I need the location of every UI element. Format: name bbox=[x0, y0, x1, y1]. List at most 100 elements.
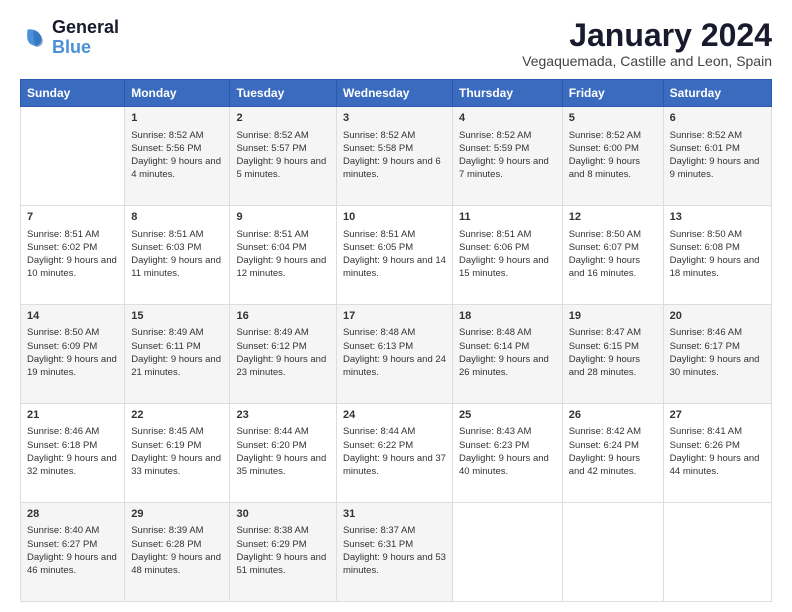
daylight-text: Daylight: 9 hours and 35 minutes. bbox=[236, 453, 326, 477]
sunrise-text: Sunrise: 8:51 AM bbox=[459, 229, 531, 240]
daylight-text: Daylight: 9 hours and 26 minutes. bbox=[459, 354, 549, 378]
week-row-5: 28 Sunrise: 8:40 AM Sunset: 6:27 PM Dayl… bbox=[21, 503, 772, 602]
sunset-text: Sunset: 6:12 PM bbox=[236, 341, 306, 352]
sunrise-text: Sunrise: 8:52 AM bbox=[343, 130, 415, 141]
sunset-text: Sunset: 5:58 PM bbox=[343, 143, 413, 154]
day-number: 7 bbox=[27, 210, 118, 225]
day-number: 25 bbox=[459, 408, 556, 423]
sunset-text: Sunset: 5:57 PM bbox=[236, 143, 306, 154]
main-title: January 2024 bbox=[522, 18, 772, 53]
day-number: 27 bbox=[670, 408, 765, 423]
day-cell: 11 Sunrise: 8:51 AM Sunset: 6:06 PM Dayl… bbox=[453, 206, 563, 305]
logo-text: General Blue bbox=[52, 18, 119, 58]
sunset-text: Sunset: 6:19 PM bbox=[131, 440, 201, 451]
sunrise-text: Sunrise: 8:50 AM bbox=[569, 229, 641, 240]
logo: General Blue bbox=[20, 18, 119, 58]
day-cell: 25 Sunrise: 8:43 AM Sunset: 6:23 PM Dayl… bbox=[453, 404, 563, 503]
sunrise-text: Sunrise: 8:47 AM bbox=[569, 327, 641, 338]
daylight-text: Daylight: 9 hours and 42 minutes. bbox=[569, 453, 640, 477]
daylight-text: Daylight: 9 hours and 21 minutes. bbox=[131, 354, 221, 378]
daylight-text: Daylight: 9 hours and 33 minutes. bbox=[131, 453, 221, 477]
sunset-text: Sunset: 6:05 PM bbox=[343, 242, 413, 253]
sunrise-text: Sunrise: 8:48 AM bbox=[459, 327, 531, 338]
day-cell: 26 Sunrise: 8:42 AM Sunset: 6:24 PM Dayl… bbox=[562, 404, 663, 503]
day-number: 13 bbox=[670, 210, 765, 225]
col-header-tuesday: Tuesday bbox=[230, 80, 337, 107]
sunrise-text: Sunrise: 8:40 AM bbox=[27, 525, 99, 536]
sunrise-text: Sunrise: 8:52 AM bbox=[459, 130, 531, 141]
day-cell: 9 Sunrise: 8:51 AM Sunset: 6:04 PM Dayli… bbox=[230, 206, 337, 305]
day-cell: 1 Sunrise: 8:52 AM Sunset: 5:56 PM Dayli… bbox=[125, 107, 230, 206]
sunrise-text: Sunrise: 8:51 AM bbox=[27, 229, 99, 240]
header: General Blue January 2024 Vegaquemada, C… bbox=[20, 18, 772, 69]
logo-icon bbox=[20, 24, 48, 52]
sunrise-text: Sunrise: 8:52 AM bbox=[670, 130, 742, 141]
daylight-text: Daylight: 9 hours and 48 minutes. bbox=[131, 552, 221, 576]
sunrise-text: Sunrise: 8:39 AM bbox=[131, 525, 203, 536]
sunrise-text: Sunrise: 8:52 AM bbox=[131, 130, 203, 141]
logo-line2: Blue bbox=[52, 38, 119, 58]
daylight-text: Daylight: 9 hours and 30 minutes. bbox=[670, 354, 760, 378]
day-number: 4 bbox=[459, 111, 556, 126]
sunset-text: Sunset: 6:27 PM bbox=[27, 539, 97, 550]
day-number: 14 bbox=[27, 309, 118, 324]
sunset-text: Sunset: 6:07 PM bbox=[569, 242, 639, 253]
sunset-text: Sunset: 6:31 PM bbox=[343, 539, 413, 550]
day-cell: 10 Sunrise: 8:51 AM Sunset: 6:05 PM Dayl… bbox=[336, 206, 452, 305]
sunrise-text: Sunrise: 8:50 AM bbox=[27, 327, 99, 338]
day-number: 23 bbox=[236, 408, 330, 423]
daylight-text: Daylight: 9 hours and 32 minutes. bbox=[27, 453, 117, 477]
day-number: 2 bbox=[236, 111, 330, 126]
day-number: 8 bbox=[131, 210, 223, 225]
day-cell: 14 Sunrise: 8:50 AM Sunset: 6:09 PM Dayl… bbox=[21, 305, 125, 404]
sunset-text: Sunset: 6:28 PM bbox=[131, 539, 201, 550]
daylight-text: Daylight: 9 hours and 7 minutes. bbox=[459, 156, 549, 180]
day-cell: 20 Sunrise: 8:46 AM Sunset: 6:17 PM Dayl… bbox=[663, 305, 771, 404]
sunset-text: Sunset: 6:03 PM bbox=[131, 242, 201, 253]
week-row-4: 21 Sunrise: 8:46 AM Sunset: 6:18 PM Dayl… bbox=[21, 404, 772, 503]
sunrise-text: Sunrise: 8:45 AM bbox=[131, 426, 203, 437]
day-number: 28 bbox=[27, 507, 118, 522]
sunset-text: Sunset: 6:14 PM bbox=[459, 341, 529, 352]
week-row-2: 7 Sunrise: 8:51 AM Sunset: 6:02 PM Dayli… bbox=[21, 206, 772, 305]
daylight-text: Daylight: 9 hours and 51 minutes. bbox=[236, 552, 326, 576]
day-cell: 4 Sunrise: 8:52 AM Sunset: 5:59 PM Dayli… bbox=[453, 107, 563, 206]
daylight-text: Daylight: 9 hours and 37 minutes. bbox=[343, 453, 446, 477]
day-cell: 7 Sunrise: 8:51 AM Sunset: 6:02 PM Dayli… bbox=[21, 206, 125, 305]
day-cell: 24 Sunrise: 8:44 AM Sunset: 6:22 PM Dayl… bbox=[336, 404, 452, 503]
day-cell: 2 Sunrise: 8:52 AM Sunset: 5:57 PM Dayli… bbox=[230, 107, 337, 206]
day-number: 12 bbox=[569, 210, 657, 225]
col-header-wednesday: Wednesday bbox=[336, 80, 452, 107]
daylight-text: Daylight: 9 hours and 53 minutes. bbox=[343, 552, 446, 576]
day-cell: 19 Sunrise: 8:47 AM Sunset: 6:15 PM Dayl… bbox=[562, 305, 663, 404]
sunset-text: Sunset: 6:15 PM bbox=[569, 341, 639, 352]
day-cell: 5 Sunrise: 8:52 AM Sunset: 6:00 PM Dayli… bbox=[562, 107, 663, 206]
sunrise-text: Sunrise: 8:44 AM bbox=[343, 426, 415, 437]
day-cell bbox=[663, 503, 771, 602]
day-cell: 27 Sunrise: 8:41 AM Sunset: 6:26 PM Dayl… bbox=[663, 404, 771, 503]
daylight-text: Daylight: 9 hours and 6 minutes. bbox=[343, 156, 441, 180]
sunset-text: Sunset: 6:29 PM bbox=[236, 539, 306, 550]
daylight-text: Daylight: 9 hours and 5 minutes. bbox=[236, 156, 326, 180]
day-number: 21 bbox=[27, 408, 118, 423]
day-number: 16 bbox=[236, 309, 330, 324]
daylight-text: Daylight: 9 hours and 4 minutes. bbox=[131, 156, 221, 180]
day-cell bbox=[453, 503, 563, 602]
day-cell: 30 Sunrise: 8:38 AM Sunset: 6:29 PM Dayl… bbox=[230, 503, 337, 602]
week-row-1: 1 Sunrise: 8:52 AM Sunset: 5:56 PM Dayli… bbox=[21, 107, 772, 206]
day-number: 20 bbox=[670, 309, 765, 324]
daylight-text: Daylight: 9 hours and 14 minutes. bbox=[343, 255, 446, 279]
day-number: 24 bbox=[343, 408, 446, 423]
daylight-text: Daylight: 9 hours and 24 minutes. bbox=[343, 354, 446, 378]
day-number: 31 bbox=[343, 507, 446, 522]
col-header-thursday: Thursday bbox=[453, 80, 563, 107]
sunset-text: Sunset: 6:04 PM bbox=[236, 242, 306, 253]
day-cell: 28 Sunrise: 8:40 AM Sunset: 6:27 PM Dayl… bbox=[21, 503, 125, 602]
sunrise-text: Sunrise: 8:44 AM bbox=[236, 426, 308, 437]
daylight-text: Daylight: 9 hours and 16 minutes. bbox=[569, 255, 640, 279]
week-row-3: 14 Sunrise: 8:50 AM Sunset: 6:09 PM Dayl… bbox=[21, 305, 772, 404]
day-cell: 13 Sunrise: 8:50 AM Sunset: 6:08 PM Dayl… bbox=[663, 206, 771, 305]
day-cell: 12 Sunrise: 8:50 AM Sunset: 6:07 PM Dayl… bbox=[562, 206, 663, 305]
daylight-text: Daylight: 9 hours and 11 minutes. bbox=[131, 255, 221, 279]
sunset-text: Sunset: 6:24 PM bbox=[569, 440, 639, 451]
